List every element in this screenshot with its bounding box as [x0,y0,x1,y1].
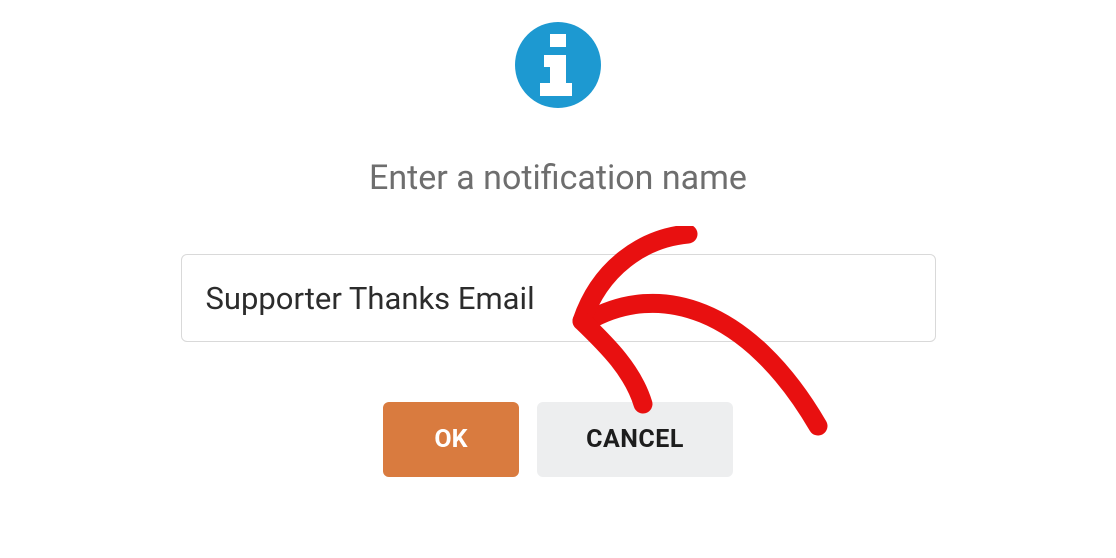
cancel-button[interactable]: CANCEL [537,402,733,477]
info-icon [515,22,601,108]
dialog-prompt: Enter a notification name [369,158,747,198]
ok-button[interactable]: OK [383,402,519,477]
notification-name-input[interactable] [181,254,936,342]
button-row: OK CANCEL [383,402,733,477]
input-container [181,254,936,342]
